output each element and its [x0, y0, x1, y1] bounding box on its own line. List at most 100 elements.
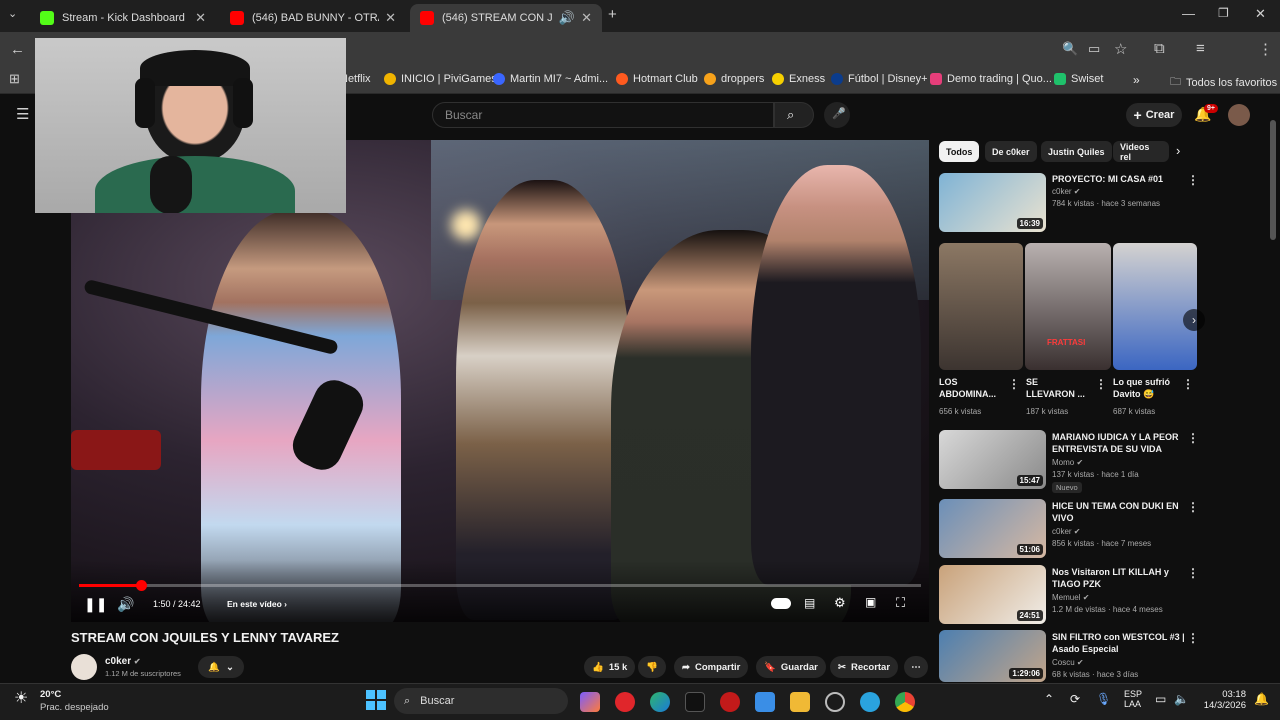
volume-tray-icon[interactable]: 🔈 [1174, 692, 1189, 706]
speaker-icon[interactable]: 🔊 [559, 10, 575, 26]
rec-title[interactable]: MARIANO IUDICA Y LA PEOR ENTREVISTA DE SU… [1052, 431, 1179, 455]
settings-gear-icon[interactable]: ⚙ [834, 595, 846, 611]
back-icon[interactable]: ← [10, 41, 25, 58]
zoom-icon[interactable]: 🔍 [1062, 41, 1078, 57]
network-icon[interactable]: ▭ [1155, 692, 1166, 706]
rec-thumbnail[interactable]: 16:39 [939, 173, 1046, 232]
clip-button[interactable]: ✂ Recortar [830, 656, 899, 678]
rec-thumbnail[interactable]: 51:06 [939, 499, 1046, 558]
tab-search-icon[interactable]: ⌄ [8, 7, 17, 20]
extensions-icon[interactable]: ⧉ [1154, 40, 1165, 57]
rec-thumbnail[interactable]: 15:47 [939, 430, 1046, 489]
close-icon[interactable]: ✕ [581, 10, 592, 26]
page-scrollbar[interactable] [1270, 120, 1276, 240]
bookmark-all[interactable]: 🗀 Todos los favoritos [1170, 73, 1277, 92]
fullscreen-icon[interactable]: ⛶ [896, 595, 905, 611]
tab-kick[interactable]: Stream - Kick Dashboard ✕ [30, 4, 216, 32]
windows-start-icon[interactable] [366, 690, 386, 710]
dislike-button[interactable]: 👎 [638, 656, 666, 678]
autoplay-toggle[interactable] [771, 598, 791, 609]
voice-search-button[interactable]: 🎤 [824, 102, 850, 128]
bookmark-star-icon[interactable]: ☆ [1114, 40, 1127, 58]
edge-icon[interactable] [650, 692, 670, 712]
menu-kebab-icon[interactable]: ⋮ [1258, 40, 1273, 58]
red-app-icon[interactable] [720, 692, 740, 712]
more-vertical-icon[interactable]: ⋮ [1182, 377, 1194, 391]
create-button[interactable]: + Crear [1126, 103, 1182, 127]
more-vertical-icon[interactable]: ⋮ [1187, 431, 1199, 445]
microphone-tray-icon[interactable]: 🎙 [1096, 692, 1111, 706]
rec-channel[interactable]: Momo ✔ [1052, 457, 1083, 469]
volume-icon[interactable]: 🔊 [117, 596, 134, 613]
subscribed-bell-button[interactable]: 🔔 ⌄ [198, 656, 244, 678]
rec-title[interactable]: Nos Visitaron LIT KILLAH y TIAGO PZK [1052, 566, 1169, 590]
minimize-icon[interactable]: — [1182, 6, 1195, 21]
save-button[interactable]: 🔖 Guardar [756, 656, 826, 678]
apps-grid-icon[interactable]: ⊞ [9, 71, 20, 87]
short-thumbnail[interactable]: FRATTASI [1025, 243, 1111, 370]
cast-icon[interactable]: ▭ [1088, 41, 1100, 57]
bookmark-quotex[interactable]: Demo trading | Quo... [930, 73, 1052, 85]
chrome-icon[interactable] [895, 692, 915, 712]
chip-justin-quiles[interactable]: Justin Quiles [1041, 141, 1112, 162]
rec-title[interactable]: SIN FILTRO con WESTCOL #3 | Asado Especia… [1052, 631, 1185, 655]
rec-channel[interactable]: c0ker ✔ [1052, 186, 1081, 198]
chip-todos[interactable]: Todos [939, 141, 980, 162]
sync-icon[interactable]: ⟳ [1070, 692, 1080, 706]
maximize-icon[interactable]: ❐ [1218, 6, 1229, 20]
rec-thumbnail[interactable]: 1:29:06 [939, 630, 1046, 682]
taskbar-search[interactable]: ⌕ Buscar [394, 688, 568, 714]
channel-avatar[interactable] [71, 654, 97, 680]
more-vertical-icon[interactable]: ⋮ [1187, 566, 1199, 580]
bookmark-exness[interactable]: Exness [772, 73, 825, 85]
short-title[interactable]: LOS ABDOMINA... [939, 376, 996, 400]
rec-thumbnail[interactable]: 24:51 [939, 565, 1046, 624]
pause-icon[interactable]: ❚❚ [84, 596, 107, 613]
channel-name[interactable]: c0ker ✔ [105, 656, 141, 667]
short-title[interactable]: SE LLEVARON ... [1026, 376, 1085, 400]
chevron-right-icon[interactable]: › [1176, 143, 1180, 158]
short-thumbnail[interactable] [1113, 243, 1197, 370]
file-explorer-icon[interactable] [790, 692, 810, 712]
window-close-icon[interactable]: ✕ [1255, 6, 1266, 22]
tiktok-icon[interactable] [685, 692, 705, 712]
telegram-icon[interactable] [860, 692, 880, 712]
rec-title[interactable]: HICE UN TEMA CON DUKI EN VIVO [1052, 500, 1179, 524]
weather-temp[interactable]: 20°C [40, 689, 61, 700]
opera-icon[interactable] [615, 692, 635, 712]
bookmark-pivigames[interactable]: INICIO | PiviGames [384, 73, 497, 85]
miniplayer-icon[interactable]: ▣ [865, 595, 876, 609]
more-vertical-icon[interactable]: ⋮ [1187, 631, 1199, 645]
hamburger-menu-icon[interactable]: ☰ [16, 105, 29, 123]
more-actions-button[interactable]: ⋯ [904, 656, 928, 678]
weather-icon[interactable]: ☀ [14, 688, 28, 708]
bookmark-swiset[interactable]: Swiset [1054, 73, 1103, 85]
clock[interactable]: 03:18 14/3/2026 [1200, 689, 1246, 711]
rec-channel[interactable]: Coscu ✔ [1052, 657, 1084, 669]
rec-title[interactable]: PROYECTO: MI CASA #01 [1052, 173, 1163, 185]
store-icon[interactable] [755, 692, 775, 712]
more-vertical-icon[interactable]: ⋮ [1095, 377, 1107, 391]
bookmark-hotmart[interactable]: Hotmart Club [616, 73, 698, 85]
more-vertical-icon[interactable]: ⋮ [1008, 377, 1020, 391]
progress-track[interactable] [79, 584, 921, 587]
close-icon[interactable]: ✕ [195, 10, 206, 26]
bookmarks-overflow-icon[interactable]: » [1133, 73, 1140, 87]
bookmark-disney[interactable]: Fútbol | Disney+ [831, 73, 928, 85]
short-thumbnail[interactable] [939, 243, 1023, 370]
obs-icon[interactable] [825, 692, 845, 712]
tab-bad-bunny[interactable]: (546) BAD BUNNY - OTRA NOCHE ✕ [220, 4, 406, 32]
shorts-next-button[interactable]: › [1183, 309, 1205, 331]
search-button[interactable]: ⌕ [774, 102, 814, 128]
close-icon[interactable]: ✕ [385, 10, 396, 26]
chip-de-c0ker[interactable]: De c0ker [985, 141, 1037, 162]
copilot-icon[interactable] [580, 692, 600, 712]
rec-channel[interactable]: Memuel ✔ [1052, 592, 1089, 604]
like-button[interactable]: 👍 15 k [584, 656, 636, 678]
subtitles-icon[interactable]: ▤ [804, 596, 815, 610]
avatar[interactable] [1228, 104, 1250, 126]
rec-channel[interactable]: c0ker ✔ [1052, 526, 1081, 538]
tray-chevron-up-icon[interactable]: ⌃ [1044, 692, 1054, 706]
share-button[interactable]: ➦ Compartir [674, 656, 749, 678]
bookmark-martin[interactable]: Martin MI7 ~ Admi... [493, 73, 608, 85]
